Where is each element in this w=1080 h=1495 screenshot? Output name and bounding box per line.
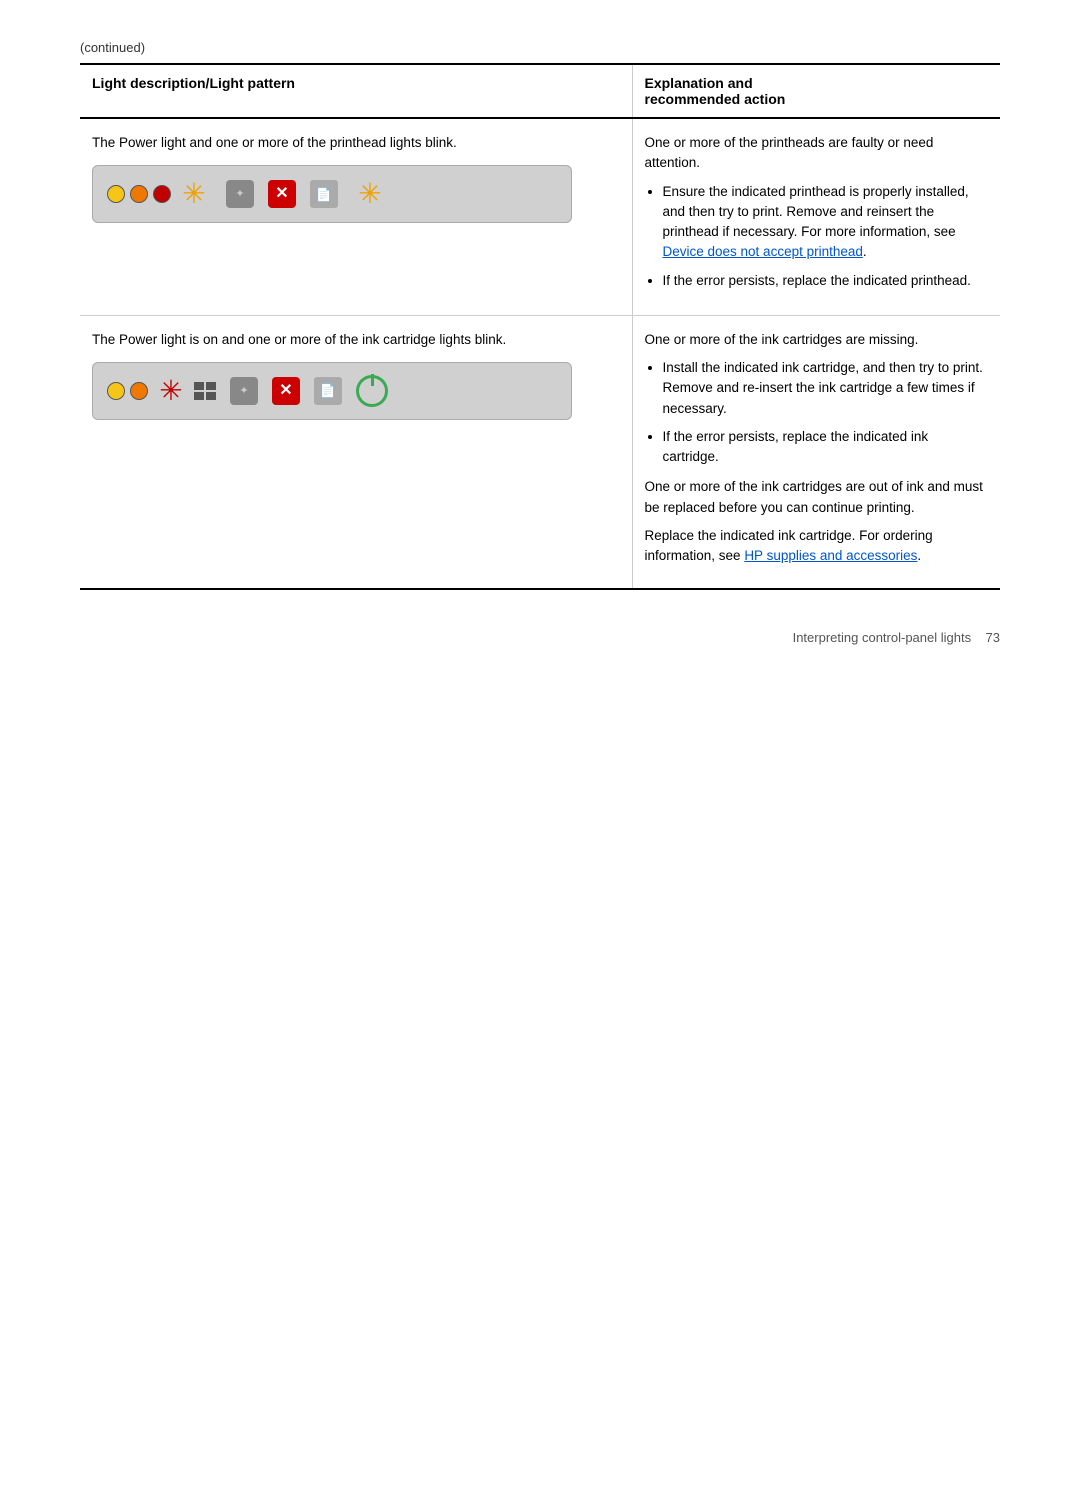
device-not-accept-link[interactable]: Device does not accept printhead	[663, 244, 863, 259]
col1-header: Light description/Light pattern	[80, 64, 632, 118]
row1-bullet1: Ensure the indicated printhead is proper…	[663, 182, 989, 263]
ink-row-bottom	[194, 392, 216, 400]
row1-para1: One or more of the printheads are faulty…	[645, 133, 989, 174]
panel-lights-2: ✳	[107, 373, 216, 409]
cartridge-blink-icon: ✳	[153, 373, 189, 409]
nav-icon-2: ✦	[230, 377, 258, 405]
table-row: The Power light is on and one or more of…	[80, 315, 1000, 589]
row2-para2: One or more of the ink cartridges are ou…	[645, 477, 989, 518]
hp-supplies-link[interactable]: HP supplies and accessories	[744, 548, 917, 563]
row1-bullets: Ensure the indicated printhead is proper…	[663, 182, 989, 291]
continued-label: (continued)	[80, 40, 1000, 55]
light-red	[153, 185, 171, 203]
row1-light-description: The Power light and one or more of the p…	[80, 118, 632, 315]
nav-icon: ✦	[226, 180, 254, 208]
main-table: Light description/Light pattern Explanat…	[80, 63, 1000, 590]
ink-block	[194, 382, 204, 390]
panel-illustration-cartridge: ✳	[92, 362, 572, 420]
row2-bullet2: If the error persists, replace the indic…	[663, 427, 989, 468]
power-on-icon	[356, 375, 388, 407]
row2-para3: Replace the indicated ink cartridge. For…	[645, 526, 989, 567]
table-row: The Power light and one or more of the p…	[80, 118, 1000, 315]
panel-illustration-printhead: ✳ ✦ ✕ 📄 ✳	[92, 165, 572, 223]
light-yellow-2	[107, 382, 125, 400]
row2-bullets: Install the indicated ink cartridge, and…	[663, 358, 989, 467]
doc-icon-2: 📄	[314, 377, 342, 405]
ink-block	[206, 382, 216, 390]
light-orange	[130, 185, 148, 203]
ink-block	[194, 392, 204, 400]
light-yellow	[107, 185, 125, 203]
row2-explanation: One or more of the ink cartridges are mi…	[632, 315, 1000, 589]
panel-lights: ✳	[107, 176, 212, 212]
x-icon: ✕	[268, 180, 296, 208]
footer-center: Interpreting control-panel lights 73	[793, 630, 1000, 645]
ink-row-top	[194, 382, 216, 390]
light-orange-2	[130, 382, 148, 400]
row1-description-text: The Power light and one or more of the p…	[92, 133, 620, 153]
row2-description-text: The Power light is on and one or more of…	[92, 330, 620, 350]
printhead-blink-icon: ✳	[176, 176, 212, 212]
row2-bullet1: Install the indicated ink cartridge, and…	[663, 358, 989, 419]
row1-explanation: One or more of the printheads are faulty…	[632, 118, 1000, 315]
printhead-blink-right-icon: ✳	[352, 176, 388, 212]
row2-light-description: The Power light is on and one or more of…	[80, 315, 632, 589]
row2-para1: One or more of the ink cartridges are mi…	[645, 330, 989, 350]
page-footer: Interpreting control-panel lights 73	[80, 630, 1000, 645]
ink-block	[206, 392, 216, 400]
row1-bullet2: If the error persists, replace the indic…	[663, 271, 989, 291]
col2-header: Explanation andrecommended action	[632, 64, 1000, 118]
doc-icon: 📄	[310, 180, 338, 208]
ink-levels	[194, 382, 216, 400]
x-icon-2: ✕	[272, 377, 300, 405]
